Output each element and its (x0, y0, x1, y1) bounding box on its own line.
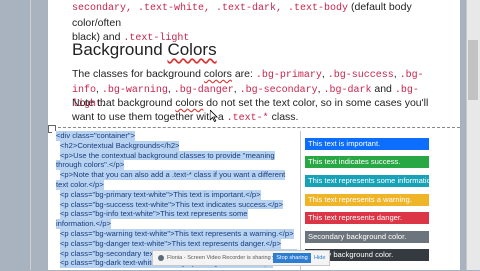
preview-color-box: This text is important. (305, 138, 429, 150)
code-line: <p>Use the contextual background classes… (60, 150, 275, 161)
mouse-cursor-icon (210, 110, 218, 122)
inline-code: secondary (72, 3, 127, 14)
inline-code: .bg-danger (173, 84, 234, 96)
code-line: <p class="bg-warning text-white">This te… (60, 229, 294, 239)
text-run-spellcheck: colors (175, 97, 204, 109)
inline-code: .text-* (226, 112, 269, 124)
code-line: <p class="bg-primary text-white">This te… (60, 189, 261, 200)
hide-button[interactable]: Hide (314, 253, 328, 263)
text-run: class. (268, 110, 299, 123)
inline-code: .bg-dark (323, 84, 372, 96)
inline-code: .bg-secondary (239, 84, 318, 96)
heading-part: Background (72, 40, 168, 59)
inline-code: info (72, 84, 97, 96)
inline-code: .bg-primary (255, 70, 322, 81)
preview-color-box: This text represents a warning. (305, 194, 429, 206)
preview-color-box: This text indicates success. (305, 156, 429, 168)
page-margin-line (30, 0, 31, 270)
text-run: The classes for background (72, 68, 204, 80)
text-run-spellcheck: colors (203, 68, 232, 80)
preview-color-box: This text represents danger. (305, 212, 429, 224)
inline-code: .bg- (399, 70, 424, 81)
code-line: text color.</p> (56, 180, 104, 190)
code-line: through colors".</p> (56, 160, 125, 171)
code-line: <div class="container"> (56, 131, 136, 141)
text-run: are: (231, 68, 256, 80)
text-run: and (371, 82, 395, 95)
scrollbar-thumb[interactable] (468, 40, 478, 100)
text-run: want to use them together with a (72, 110, 227, 123)
recorder-icon (158, 255, 164, 261)
preview-color-box: Secondary background color. (305, 231, 429, 243)
section-heading: Background Colors (72, 40, 217, 60)
text-run: do not set the text color, so in some ca… (203, 97, 429, 109)
inline-code: , .text-white, .text-dark, .text-body (126, 3, 349, 14)
code-line: <h2>Contextual Backgrounds</h2> (60, 140, 180, 151)
stop-sharing-button[interactable]: Stop sharing (273, 253, 311, 263)
heading-part-spellcheck: Colors (167, 40, 217, 59)
preview-color-box: This text represents some informatio (305, 175, 429, 187)
code-line: <p class="bg-info text-white">This text … (60, 209, 248, 220)
inline-code: .bg-success (327, 70, 394, 81)
text-run: Note that background (72, 97, 176, 109)
code-line: information.</p> (56, 219, 111, 229)
code-line: <p class="bg-success text-white">This te… (60, 199, 283, 210)
code-line: <p class="bg-danger text-white">This tex… (60, 238, 281, 249)
code-line: <p>Note that you can also add a .text-* … (60, 170, 286, 180)
inline-code: .bg-warning (101, 84, 168, 96)
note-paragraph: Note that background colors do not set t… (72, 97, 442, 125)
